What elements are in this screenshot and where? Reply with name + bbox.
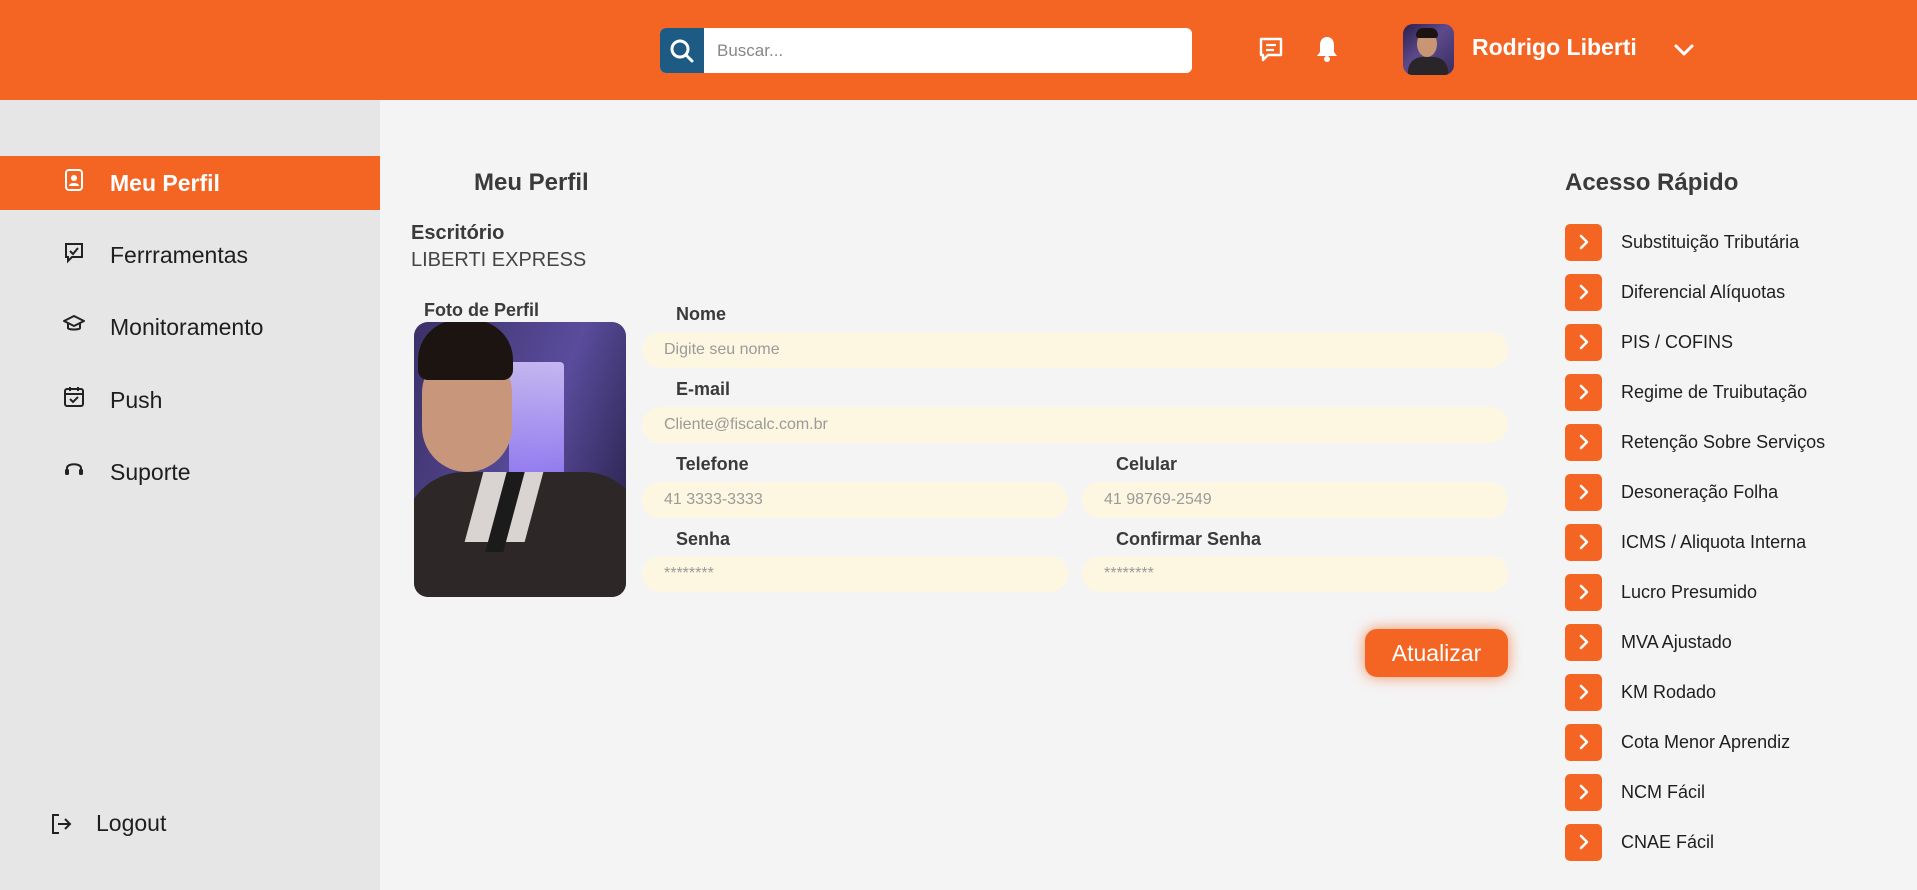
sidebar-item-push[interactable]: Push bbox=[0, 373, 380, 427]
monitor-icon bbox=[63, 315, 85, 331]
quick-access-item[interactable]: Substituição Tributária bbox=[1565, 223, 1799, 261]
name-label: Nome bbox=[676, 304, 727, 324]
chevron-right-icon bbox=[1565, 273, 1602, 311]
tools-icon bbox=[65, 243, 83, 264]
user-name[interactable]: Rodrigo Liberti bbox=[1472, 34, 1637, 61]
sidebar-item-ferramentas[interactable]: Ferrramentas bbox=[0, 228, 380, 282]
quick-access-label: PIS / COFINS bbox=[1621, 331, 1734, 352]
phone-label: Telefone bbox=[676, 454, 749, 474]
bell-icon[interactable] bbox=[1312, 34, 1342, 64]
quick-access-label: Lucro Presumido bbox=[1621, 581, 1758, 602]
quick-access-item[interactable]: NCM Fácil bbox=[1565, 773, 1705, 811]
user-avatar[interactable] bbox=[1403, 24, 1454, 75]
quick-access-item[interactable]: CNAE Fácil bbox=[1565, 823, 1714, 861]
quick-access-item[interactable]: ICMS / Aliquota Interna bbox=[1565, 523, 1806, 561]
quick-access-item[interactable]: MVA Ajustado bbox=[1565, 623, 1732, 661]
logout-button[interactable]: Logout bbox=[48, 810, 166, 837]
sidebar-item-label: Ferrramentas bbox=[110, 241, 249, 268]
message-icon[interactable] bbox=[1256, 34, 1286, 64]
quick-access-label: KM Rodado bbox=[1621, 681, 1717, 702]
quick-access-label: Cota Menor Aprendiz bbox=[1621, 731, 1791, 752]
chevron-right-icon bbox=[1565, 523, 1602, 561]
sidebar-item-label: Meu Perfil bbox=[110, 169, 220, 196]
chevron-right-icon bbox=[1565, 373, 1602, 411]
search-input[interactable] bbox=[704, 28, 1192, 73]
quick-access-label: Substituição Tributária bbox=[1621, 231, 1800, 252]
mobile-label: Celular bbox=[1116, 454, 1178, 474]
chevron-right-icon bbox=[1565, 323, 1602, 361]
office-label: Escritório bbox=[411, 222, 505, 244]
chevron-right-icon bbox=[1565, 223, 1602, 261]
password-label: Senha bbox=[676, 529, 731, 549]
profile-badge-icon bbox=[65, 169, 83, 191]
chevron-right-icon bbox=[1565, 473, 1602, 511]
quick-access-label: Diferencial Alíquotas bbox=[1621, 281, 1786, 302]
quick-access-item[interactable]: Cota Menor Aprendiz bbox=[1565, 723, 1790, 761]
logout-label: Logout bbox=[96, 810, 167, 836]
email-field[interactable] bbox=[642, 407, 1508, 443]
chevron-right-icon bbox=[1565, 723, 1602, 761]
password-field[interactable] bbox=[642, 556, 1068, 592]
quick-access-label: ICMS / Aliquota Interna bbox=[1621, 531, 1807, 552]
sidebar: Meu Perfil Ferrramentas Monitoramento Pu… bbox=[0, 100, 380, 890]
update-button[interactable]: Atualizar bbox=[1365, 629, 1508, 677]
chevron-right-icon bbox=[1565, 623, 1602, 661]
chevron-right-icon bbox=[1565, 423, 1602, 461]
quick-access-label: NCM Fácil bbox=[1621, 781, 1705, 802]
confirm-password-label: Confirmar Senha bbox=[1116, 529, 1262, 549]
sidebar-item-meu-perfil[interactable]: Meu Perfil bbox=[0, 156, 380, 210]
mobile-field[interactable] bbox=[1082, 482, 1508, 518]
chevron-right-icon bbox=[1565, 573, 1602, 611]
chevron-right-icon bbox=[1565, 823, 1602, 861]
quick-access-item[interactable]: Desoneração Folha bbox=[1565, 473, 1778, 511]
quick-access-item[interactable]: Retenção Sobre Serviços bbox=[1565, 423, 1825, 461]
quick-access-title: Acesso Rápido bbox=[1565, 169, 1739, 196]
search-icon bbox=[670, 39, 694, 62]
chevron-right-icon bbox=[1565, 673, 1602, 711]
name-field[interactable] bbox=[642, 332, 1508, 368]
headset-icon bbox=[65, 463, 83, 475]
quick-access-item[interactable]: KM Rodado bbox=[1565, 673, 1716, 711]
quick-access-label: Regime de Truibutação bbox=[1621, 381, 1808, 402]
quick-access-item[interactable]: Lucro Presumido bbox=[1565, 573, 1757, 611]
phone-field[interactable] bbox=[642, 482, 1068, 518]
sidebar-item-monitoramento[interactable]: Monitoramento bbox=[0, 300, 380, 354]
chevron-down-icon[interactable] bbox=[1670, 36, 1698, 69]
top-header: Rodrigo Liberti bbox=[0, 0, 1917, 100]
quick-access-label: CNAE Fácil bbox=[1621, 831, 1715, 852]
sidebar-item-label: Push bbox=[110, 386, 163, 413]
quick-access-item[interactable]: Diferencial Alíquotas bbox=[1565, 273, 1785, 311]
email-label: E-mail bbox=[676, 379, 731, 399]
sidebar-item-label: Suporte bbox=[110, 458, 191, 485]
quick-access-item[interactable]: PIS / COFINS bbox=[1565, 323, 1733, 361]
logout-icon bbox=[52, 813, 72, 834]
search-button[interactable] bbox=[660, 28, 704, 73]
profile-photo[interactable] bbox=[414, 322, 626, 597]
quick-access-label: Desoneração Folha bbox=[1621, 481, 1779, 502]
office-value: LIBERTI EXPRESS bbox=[411, 249, 587, 271]
quick-access-item[interactable]: Regime de Truibutação bbox=[1565, 373, 1807, 411]
photo-label: Foto de Perfil bbox=[424, 300, 540, 320]
page-title: Meu Perfil bbox=[474, 169, 589, 196]
confirm-password-field[interactable] bbox=[1082, 556, 1508, 592]
calendar-check-icon bbox=[64, 387, 84, 407]
search-bar bbox=[660, 28, 1192, 73]
quick-access-label: Retenção Sobre Serviços bbox=[1621, 431, 1826, 452]
sidebar-item-suporte[interactable]: Suporte bbox=[0, 445, 380, 499]
chevron-right-icon bbox=[1565, 773, 1602, 811]
quick-access-label: MVA Ajustado bbox=[1621, 631, 1732, 652]
sidebar-item-label: Monitoramento bbox=[110, 313, 264, 340]
